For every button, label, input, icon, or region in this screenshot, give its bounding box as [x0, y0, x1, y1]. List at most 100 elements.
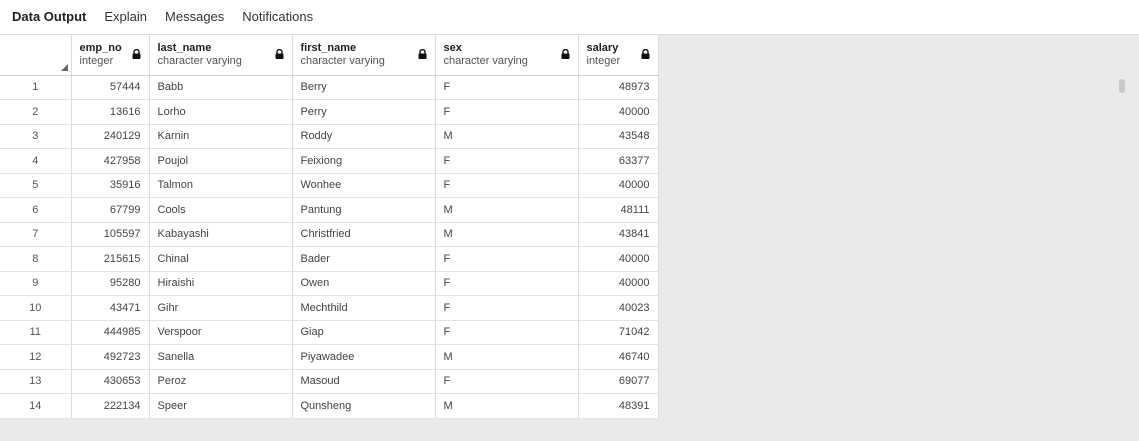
- cell-first-name[interactable]: Qunsheng: [292, 393, 436, 419]
- cell-last-name[interactable]: Sanella: [149, 344, 293, 370]
- row-number[interactable]: 7: [0, 222, 72, 247]
- cell-emp-no[interactable]: 430653: [71, 369, 150, 394]
- row-number[interactable]: 1: [0, 75, 72, 100]
- table-row[interactable]: 7 105597 Kabayashi Christfried M 43841: [0, 222, 659, 247]
- cell-salary[interactable]: 40000: [578, 271, 659, 296]
- cell-salary[interactable]: 40023: [578, 295, 659, 321]
- cell-salary[interactable]: 48391: [578, 393, 659, 419]
- table-row[interactable]: 13 430653 Peroz Masoud F 69077: [0, 369, 659, 394]
- cell-first-name[interactable]: Piyawadee: [292, 344, 436, 370]
- cell-emp-no[interactable]: 35916: [71, 173, 150, 198]
- cell-salary[interactable]: 43841: [578, 222, 659, 247]
- row-number[interactable]: 3: [0, 124, 72, 149]
- row-number[interactable]: 8: [0, 246, 72, 272]
- cell-last-name[interactable]: Karnin: [149, 124, 293, 149]
- cell-first-name[interactable]: Perry: [292, 99, 436, 125]
- table-row[interactable]: 4 427958 Poujol Feixiong F 63377: [0, 148, 659, 174]
- cell-last-name[interactable]: Babb: [149, 75, 293, 100]
- table-row[interactable]: 11 444985 Verspoor Giap F 71042: [0, 320, 659, 345]
- row-number-header[interactable]: [0, 35, 72, 76]
- row-number[interactable]: 9: [0, 271, 72, 296]
- cell-last-name[interactable]: Kabayashi: [149, 222, 293, 247]
- row-number[interactable]: 5: [0, 173, 72, 198]
- table-row[interactable]: 3 240129 Karnin Roddy M 43548: [0, 124, 659, 149]
- row-number[interactable]: 6: [0, 197, 72, 223]
- select-all-triangle-icon[interactable]: [60, 63, 68, 71]
- cell-salary[interactable]: 69077: [578, 369, 659, 394]
- cell-salary[interactable]: 71042: [578, 320, 659, 345]
- cell-first-name[interactable]: Pantung: [292, 197, 436, 223]
- cell-first-name[interactable]: Wonhee: [292, 173, 436, 198]
- cell-first-name[interactable]: Giap: [292, 320, 436, 345]
- table-row[interactable]: 12 492723 Sanella Piyawadee M 46740: [0, 344, 659, 370]
- cell-emp-no[interactable]: 43471: [71, 295, 150, 321]
- tab-data-output[interactable]: Data Output: [12, 0, 86, 34]
- cell-sex[interactable]: F: [435, 246, 579, 272]
- cell-emp-no[interactable]: 222134: [71, 393, 150, 419]
- row-number[interactable]: 12: [0, 344, 72, 370]
- cell-last-name[interactable]: Talmon: [149, 173, 293, 198]
- cell-emp-no[interactable]: 215615: [71, 246, 150, 272]
- cell-salary[interactable]: 48111: [578, 197, 659, 223]
- cell-first-name[interactable]: Christfried: [292, 222, 436, 247]
- cell-first-name[interactable]: Berry: [292, 75, 436, 100]
- cell-emp-no[interactable]: 105597: [71, 222, 150, 247]
- cell-last-name[interactable]: Cools: [149, 197, 293, 223]
- cell-first-name[interactable]: Feixiong: [292, 148, 436, 174]
- cell-first-name[interactable]: Roddy: [292, 124, 436, 149]
- row-number[interactable]: 4: [0, 148, 72, 174]
- cell-sex[interactable]: M: [435, 124, 579, 149]
- cell-salary[interactable]: 40000: [578, 99, 659, 125]
- cell-sex[interactable]: F: [435, 75, 579, 100]
- cell-salary[interactable]: 43548: [578, 124, 659, 149]
- cell-sex[interactable]: F: [435, 173, 579, 198]
- column-header-sex[interactable]: sex character varying: [435, 35, 579, 76]
- cell-emp-no[interactable]: 67799: [71, 197, 150, 223]
- cell-sex[interactable]: M: [435, 197, 579, 223]
- cell-last-name[interactable]: Chinal: [149, 246, 293, 272]
- cell-emp-no[interactable]: 427958: [71, 148, 150, 174]
- table-row[interactable]: 14 222134 Speer Qunsheng M 48391: [0, 393, 659, 419]
- cell-emp-no[interactable]: 57444: [71, 75, 150, 100]
- column-header-last-name[interactable]: last_name character varying: [149, 35, 293, 76]
- cell-emp-no[interactable]: 492723: [71, 344, 150, 370]
- cell-last-name[interactable]: Lorho: [149, 99, 293, 125]
- cell-emp-no[interactable]: 240129: [71, 124, 150, 149]
- cell-salary[interactable]: 40000: [578, 246, 659, 272]
- cell-salary[interactable]: 46740: [578, 344, 659, 370]
- table-row[interactable]: 6 67799 Cools Pantung M 48111: [0, 197, 659, 223]
- row-number[interactable]: 11: [0, 320, 72, 345]
- table-row[interactable]: 9 95280 Hiraishi Owen F 40000: [0, 271, 659, 296]
- cell-sex[interactable]: F: [435, 320, 579, 345]
- column-header-salary[interactable]: salary integer: [578, 35, 659, 76]
- cell-sex[interactable]: M: [435, 393, 579, 419]
- table-row[interactable]: 2 13616 Lorho Perry F 40000: [0, 99, 659, 125]
- cell-first-name[interactable]: Owen: [292, 271, 436, 296]
- row-number[interactable]: 2: [0, 99, 72, 125]
- tab-explain[interactable]: Explain: [104, 0, 147, 34]
- table-row[interactable]: 10 43471 Gihr Mechthild F 40023: [0, 295, 659, 321]
- cell-first-name[interactable]: Masoud: [292, 369, 436, 394]
- cell-emp-no[interactable]: 95280: [71, 271, 150, 296]
- cell-sex[interactable]: M: [435, 222, 579, 247]
- vertical-scrollbar-thumb[interactable]: [1119, 79, 1125, 93]
- table-row[interactable]: 1 57444 Babb Berry F 48973: [0, 75, 659, 100]
- column-header-first-name[interactable]: first_name character varying: [292, 35, 436, 76]
- cell-sex[interactable]: M: [435, 344, 579, 370]
- table-row[interactable]: 8 215615 Chinal Bader F 40000: [0, 246, 659, 272]
- row-number[interactable]: 10: [0, 295, 72, 321]
- cell-salary[interactable]: 63377: [578, 148, 659, 174]
- cell-first-name[interactable]: Bader: [292, 246, 436, 272]
- cell-salary[interactable]: 48973: [578, 75, 659, 100]
- cell-emp-no[interactable]: 444985: [71, 320, 150, 345]
- cell-last-name[interactable]: Hiraishi: [149, 271, 293, 296]
- cell-sex[interactable]: F: [435, 99, 579, 125]
- cell-first-name[interactable]: Mechthild: [292, 295, 436, 321]
- cell-sex[interactable]: F: [435, 369, 579, 394]
- table-row[interactable]: 5 35916 Talmon Wonhee F 40000: [0, 173, 659, 198]
- row-number[interactable]: 13: [0, 369, 72, 394]
- cell-salary[interactable]: 40000: [578, 173, 659, 198]
- tab-messages[interactable]: Messages: [165, 0, 224, 34]
- cell-last-name[interactable]: Poujol: [149, 148, 293, 174]
- cell-sex[interactable]: F: [435, 295, 579, 321]
